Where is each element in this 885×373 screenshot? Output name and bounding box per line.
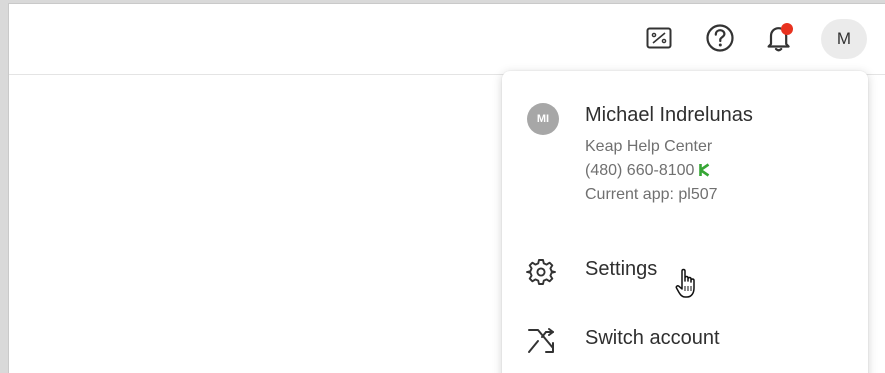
notification-badge [781, 23, 793, 35]
reports-button[interactable] [643, 22, 675, 54]
help-center-link[interactable]: Keap Help Center [585, 138, 712, 156]
switch-account-menu-item[interactable]: Switch account [502, 311, 868, 367]
user-info: MI Michael Indrelunas Keap Help Center (… [502, 71, 868, 226]
notifications-icon [765, 23, 793, 53]
user-name: Michael Indrelunas [585, 104, 753, 126]
phone-number: (480) 660-8100 [585, 162, 695, 179]
support-phone: (480) 660-8100 [585, 162, 710, 182]
app-window: M MI Michael Indrelunas Keap Help Center… [8, 3, 885, 373]
notifications-button[interactable] [763, 22, 795, 54]
shuffle-icon [526, 326, 556, 356]
reports-icon [646, 27, 672, 49]
avatar-initial: M [836, 29, 852, 48]
user-menu-dropdown: MI Michael Indrelunas Keap Help Center (… [502, 71, 868, 373]
keap-logo-icon [699, 163, 710, 182]
top-bar: M [9, 4, 885, 75]
help-icon [705, 23, 735, 53]
help-button[interactable] [704, 22, 736, 54]
hand-cursor-icon [675, 267, 703, 306]
settings-label: Settings [585, 258, 658, 280]
gear-icon [526, 257, 556, 287]
switch-account-label: Switch account [585, 327, 720, 349]
user-avatar: MI [527, 103, 559, 135]
user-avatar-button[interactable]: M [821, 19, 867, 59]
current-app: Current app: pl507 [585, 186, 718, 203]
